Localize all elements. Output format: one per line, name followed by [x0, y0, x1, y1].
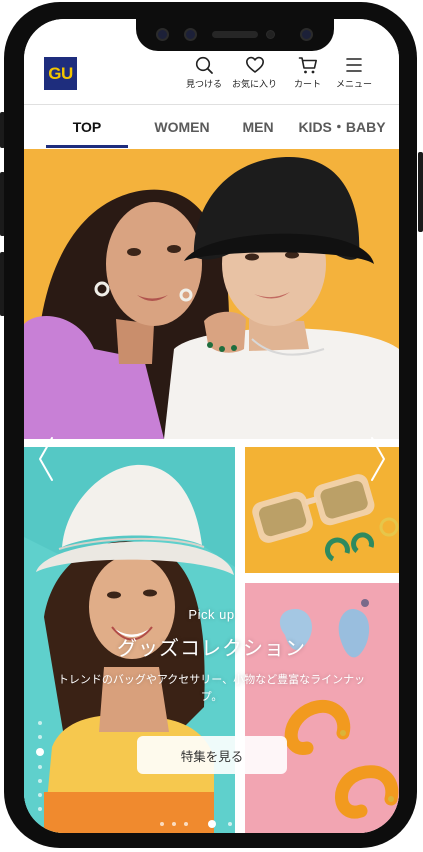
hero-title: グッズコレクション [117, 636, 306, 660]
panel-gap [24, 439, 399, 447]
hero-text-overlay: Pick up グッズコレクション トレンドのバッグやアクセサリー、小物など豊富… [24, 607, 399, 705]
camera-icon [156, 28, 169, 41]
vertical-dot [38, 793, 42, 797]
tab-kids-baby[interactable]: KIDS・BABY [290, 105, 394, 149]
tab-women[interactable]: WOMEN [136, 105, 228, 149]
favorites-button[interactable]: お気に入り [232, 55, 277, 90]
vertical-dot [38, 735, 42, 739]
vertical-dot-active [36, 748, 44, 756]
hero-couple-photo [24, 149, 399, 439]
cart-icon [298, 57, 317, 74]
vertical-dot [38, 807, 42, 811]
hero-description: トレンドのバッグやアクセサリー、小物など豊富なラインナップ。 [57, 673, 366, 703]
carousel-pagination [24, 819, 399, 829]
pagination-dot[interactable] [228, 822, 232, 826]
pagination-dot[interactable] [184, 822, 188, 826]
speaker-grille [212, 31, 258, 38]
pagination-dot[interactable] [172, 822, 176, 826]
notch [136, 19, 334, 51]
favorites-label: お気に入り [232, 80, 278, 90]
phone-mockup: GU 見つける お気に入り カート メニュー TOP WOMEN MEN KID… [0, 0, 423, 852]
pagination-dot-active[interactable] [208, 820, 216, 828]
camera-icon [184, 28, 197, 41]
search-icon [195, 56, 213, 74]
tab-top[interactable]: TOP [46, 105, 128, 149]
category-tabs: TOP WOMEN MEN KIDS・BABY [24, 105, 399, 149]
phone-power-button [418, 152, 423, 232]
screen: GU 見つける お気に入り カート メニュー TOP WOMEN MEN KID… [24, 19, 399, 833]
tab-men[interactable]: MEN [230, 105, 286, 149]
camera-icon [300, 28, 313, 41]
pagination-dot[interactable] [160, 822, 164, 826]
gu-logo[interactable]: GU [44, 57, 77, 90]
heart-icon [245, 56, 264, 73]
vertical-dot [38, 765, 42, 769]
active-tab-indicator [46, 145, 128, 148]
menu-icon [346, 58, 362, 72]
cart-button[interactable]: カート [294, 55, 321, 90]
chevron-right-icon[interactable] [368, 434, 388, 484]
vertical-slide-indicator [36, 721, 45, 831]
search-label: 見つける [186, 80, 223, 90]
cart-label: カート [294, 80, 322, 90]
logo-text: GU [48, 63, 73, 83]
pagination-dot[interactable] [240, 822, 244, 826]
panel-gap [245, 573, 399, 583]
pickup-label: Pick up [188, 607, 235, 622]
menu-button[interactable]: メニュー [336, 55, 372, 90]
view-feature-button[interactable]: 特集を見る [137, 736, 287, 774]
menu-label: メニュー [336, 80, 373, 90]
vertical-dot [38, 721, 42, 725]
hero-carousel[interactable]: Pick up グッズコレクション トレンドのバッグやアクセサリー、小物など豊富… [24, 149, 399, 833]
search-button[interactable]: 見つける [186, 55, 222, 90]
vertical-dot [38, 779, 42, 783]
sensor-icon [266, 30, 275, 39]
chevron-left-icon[interactable] [36, 434, 56, 484]
